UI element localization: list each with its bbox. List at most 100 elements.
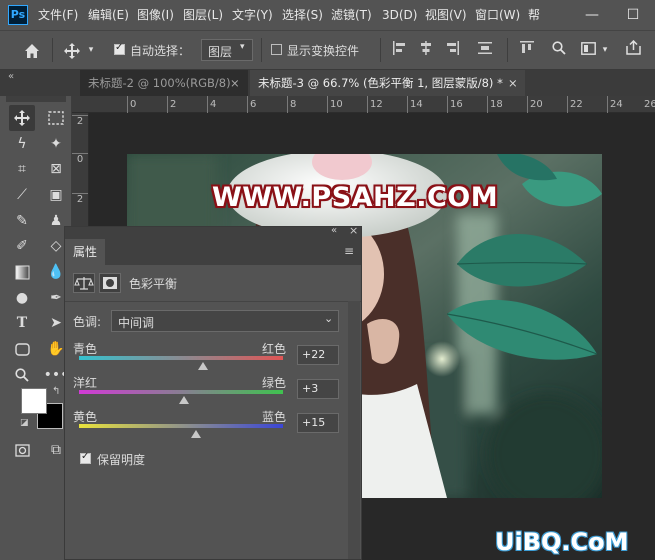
horizontal-ruler: 0 2 4 6 8 10 12 14 16 18 20 22 24 26 <box>72 96 655 113</box>
magenta-green-slider-thumb[interactable] <box>179 396 190 404</box>
lasso-tool-icon[interactable]: ϟ <box>9 131 35 157</box>
dodge-tool-icon[interactable]: ● <box>9 285 35 311</box>
separator <box>261 38 262 62</box>
adjustment-header: 色彩平衡 <box>65 265 361 302</box>
menu-edit[interactable]: 编辑(E) <box>88 0 129 30</box>
ruler-tick: 10 <box>327 96 343 113</box>
share-icon[interactable] <box>622 31 644 69</box>
menu-3d[interactable]: 3D(D) <box>382 0 417 30</box>
move-tool-icon[interactable] <box>9 105 35 131</box>
menu-file[interactable]: 文件(F) <box>38 0 78 30</box>
mask-icon <box>103 277 117 289</box>
panel-menu-icon[interactable]: ≡ <box>344 244 354 258</box>
tone-dropdown[interactable]: 中间调 ⌄ <box>111 310 339 332</box>
frame-tool-icon[interactable]: ⊠ <box>43 156 69 182</box>
align-hcenter-icon[interactable] <box>416 31 436 69</box>
cyan-red-slider-thumb[interactable] <box>198 362 209 370</box>
align-right-icon[interactable] <box>442 31 462 69</box>
shape-tool-icon[interactable] <box>9 336 35 362</box>
tab-untitled-2[interactable]: 未标题-2 @ 100%(RGB/8) × <box>80 70 248 96</box>
document-tab-bar: « 未标题-2 @ 100%(RGB/8) × 未标题-3 @ 66.7% (色… <box>0 70 655 96</box>
swap-colors-icon[interactable]: ↰ <box>52 386 60 397</box>
menu-bar: Ps 文件(F) 编辑(E) 图像(I) 图层(L) 文字(Y) 选择(S) 滤… <box>0 0 655 30</box>
slider-right-label: 蓝色 <box>262 410 287 424</box>
move-tool-icon[interactable] <box>60 31 84 69</box>
cyan-red-value-input[interactable]: +22 <box>297 345 339 365</box>
menu-window[interactable]: 窗口(W) <box>475 0 520 30</box>
chevron-down-icon[interactable]: ▾ <box>598 31 612 69</box>
close-icon[interactable]: × <box>508 70 518 96</box>
layer-mask-button[interactable] <box>99 273 121 293</box>
chevron-down-icon[interactable]: ▾ <box>84 31 98 69</box>
options-bar: ▾ 自动选择： 图层 ▾ 显示变换控件 ▾ <box>0 30 655 70</box>
align-top-icon[interactable] <box>517 31 537 69</box>
yellow-blue-slider-thumb[interactable] <box>191 430 202 438</box>
ruler-tick: 6 <box>247 96 256 113</box>
ruler-tick: 8 <box>287 96 296 113</box>
maximize-button[interactable]: ☐ <box>621 0 645 30</box>
crop-tool-icon[interactable]: ⌗ <box>9 156 35 182</box>
close-icon[interactable]: × <box>349 224 358 237</box>
distribute-icon[interactable] <box>475 31 495 69</box>
slider-left-label: 黄色 <box>73 410 98 424</box>
magenta-green-track[interactable] <box>79 390 283 394</box>
slider-left-label: 洋红 <box>73 376 98 390</box>
ruler-tick: 18 <box>487 96 503 113</box>
3d-material-icon[interactable]: ▣ <box>43 182 69 208</box>
ruler-tick: 12 <box>367 96 383 113</box>
search-icon[interactable] <box>549 31 569 69</box>
yellow-blue-value-input[interactable]: +15 <box>297 413 339 433</box>
ruler-tick: 2 <box>72 115 88 127</box>
menu-image[interactable]: 图像(I) <box>137 0 174 30</box>
ruler-tick: 24 <box>607 96 623 113</box>
auto-select-label: 自动选择： <box>130 44 191 58</box>
eyedropper-icon[interactable]: ⟋ <box>9 182 35 208</box>
menu-select[interactable]: 选择(S) <box>282 0 323 30</box>
auto-select-target-dropdown[interactable]: 图层 ▾ <box>201 39 253 61</box>
home-icon[interactable] <box>20 31 44 69</box>
menu-view[interactable]: 视图(V) <box>425 0 467 30</box>
tone-label: 色调: <box>73 315 102 329</box>
tab-properties[interactable]: 属性 <box>65 239 105 265</box>
adjustment-type-button[interactable] <box>73 273 95 293</box>
workspace-icon[interactable] <box>578 31 598 69</box>
panel-header[interactable]: « × <box>65 224 361 239</box>
menu-type[interactable]: 文字(Y) <box>232 0 273 30</box>
auto-select-checkbox[interactable] <box>114 42 125 55</box>
foreground-color-swatch[interactable] <box>21 388 47 414</box>
preserve-luminosity-checkbox[interactable] <box>80 451 91 464</box>
magenta-green-value-input[interactable]: +3 <box>297 379 339 399</box>
type-tool-icon[interactable]: T <box>9 310 35 336</box>
menu-help[interactable]: 帮 <box>528 0 540 30</box>
photoshop-logo: Ps <box>8 5 28 25</box>
tone-value: 中间调 <box>118 316 155 330</box>
collapse-icon[interactable]: « <box>331 225 337 236</box>
properties-panel: « × 属性 ≡ 色彩平衡 色调: 中间调 ⌄ 青色 红色 +22 洋红 绿色 … <box>64 224 362 560</box>
magic-wand-icon[interactable]: ✦ <box>43 131 69 157</box>
cyan-red-track[interactable] <box>79 356 283 360</box>
marquee-tool-icon[interactable] <box>43 105 69 131</box>
toolbar-grip[interactable] <box>6 96 66 102</box>
show-transform-checkbox[interactable] <box>271 44 282 55</box>
brush-tool-icon[interactable]: ✎ <box>9 208 35 234</box>
adjustment-name: 色彩平衡 <box>129 277 178 291</box>
minimize-button[interactable]: — <box>580 0 604 30</box>
zoom-tool-icon[interactable] <box>9 362 35 388</box>
default-colors-icon[interactable]: ◪ <box>20 418 29 428</box>
close-icon[interactable]: × <box>230 70 240 96</box>
history-brush-icon[interactable]: ✐ <box>9 233 35 259</box>
align-left-icon[interactable] <box>390 31 410 69</box>
collapse-panels-icon[interactable]: « <box>8 70 14 84</box>
ruler-tick: 16 <box>447 96 463 113</box>
separator <box>380 38 381 62</box>
yellow-blue-track[interactable] <box>79 424 283 428</box>
ruler-tick: 0 <box>127 96 136 113</box>
tab-untitled-3[interactable]: 未标题-3 @ 66.7% (色彩平衡 1, 图层蒙版/8) * × <box>250 70 525 96</box>
quick-mask-icon[interactable] <box>9 437 35 463</box>
gradient-tool-icon[interactable] <box>9 259 35 285</box>
panel-scrollbar[interactable] <box>348 301 360 559</box>
slider-left-label: 青色 <box>73 342 98 356</box>
tools-panel: ϟ ✦ ⌗ ⊠ ⟋ ▣ ✎ ♟ ✐ ◇ 💧 ● ✒ T ➤ ✋ ••• ↰ ◪ … <box>0 96 72 560</box>
menu-layer[interactable]: 图层(L) <box>183 0 223 30</box>
menu-filter[interactable]: 滤镜(T) <box>331 0 372 30</box>
